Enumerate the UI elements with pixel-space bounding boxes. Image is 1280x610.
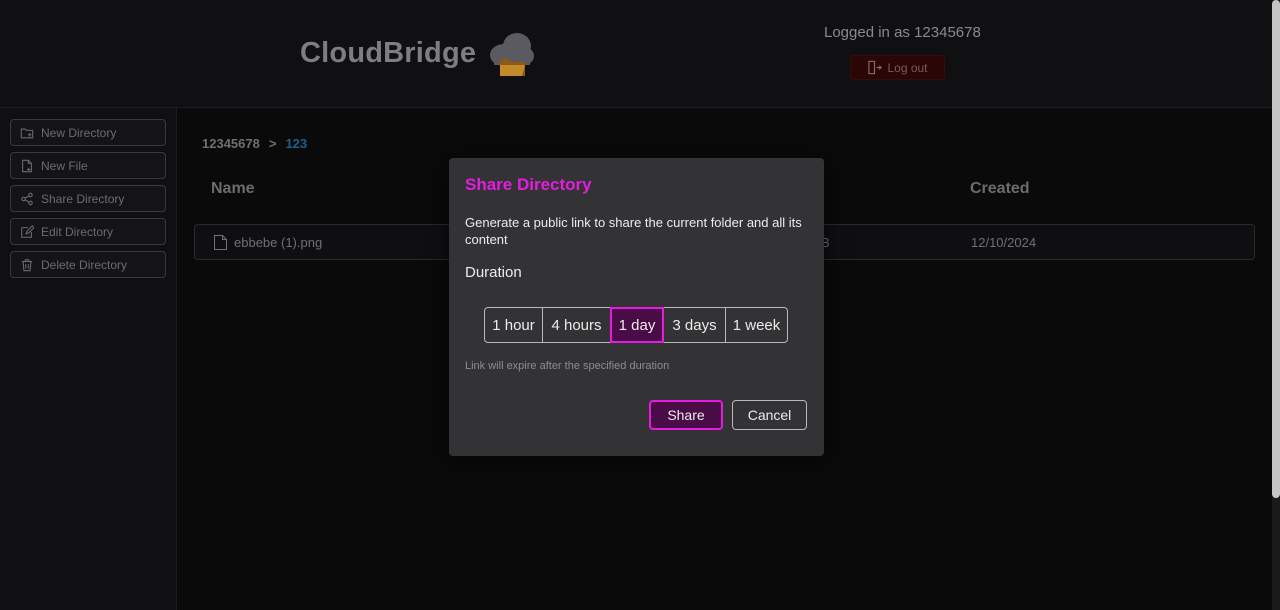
file-created: 12/10/2024 xyxy=(971,235,1037,250)
duration-option-3-days[interactable]: 3 days xyxy=(663,307,726,343)
sidebar-item-label: Delete Directory xyxy=(41,257,128,272)
column-header-created[interactable]: Created xyxy=(970,180,1030,198)
duration-option-1-day[interactable]: 1 day xyxy=(610,307,664,343)
share-button[interactable]: Share xyxy=(649,400,723,430)
folder-plus-icon xyxy=(20,128,34,138)
logout-icon xyxy=(868,60,883,75)
sidebar-item-label: Share Directory xyxy=(41,191,125,206)
sidebar: New Directory New File Share Directory E… xyxy=(0,108,177,610)
file-icon xyxy=(214,235,227,250)
cloud-folder-icon xyxy=(490,33,535,76)
sidebar-item-label: New File xyxy=(41,158,88,173)
sidebar-item-label: New Directory xyxy=(41,125,117,140)
modal-title: Share Directory xyxy=(465,175,592,194)
share-directory-button[interactable]: Share Directory xyxy=(10,185,166,212)
file-name: ebbebe (1).png xyxy=(234,235,323,250)
cancel-button[interactable]: Cancel xyxy=(732,400,807,430)
delete-directory-button[interactable]: Delete Directory xyxy=(10,251,166,278)
logout-button[interactable]: Log out xyxy=(850,55,945,80)
breadcrumb-separator: > xyxy=(268,136,277,151)
brand-name: CloudBridge xyxy=(300,36,477,69)
breadcrumb-current[interactable]: 123 xyxy=(285,136,307,151)
new-file-button[interactable]: New File xyxy=(10,152,166,179)
duration-option-4-hours[interactable]: 4 hours xyxy=(542,307,611,343)
sidebar-item-label: Edit Directory xyxy=(41,224,114,239)
share-directory-modal: Share Directory Generate a public link t… xyxy=(449,158,824,456)
edit-icon xyxy=(21,224,34,238)
logout-label: Log out xyxy=(887,60,928,75)
column-header-name[interactable]: Name xyxy=(211,180,255,198)
file-plus-icon xyxy=(22,159,32,172)
brand: CloudBridge xyxy=(300,28,536,78)
duration-selector: 1 hour 4 hours 1 day 3 days 1 week xyxy=(484,307,788,343)
trash-icon xyxy=(21,258,33,271)
share-icon xyxy=(21,192,33,205)
duration-option-1-hour[interactable]: 1 hour xyxy=(484,307,543,343)
new-directory-button[interactable]: New Directory xyxy=(10,119,166,146)
scrollbar-thumb[interactable] xyxy=(1272,0,1280,498)
modal-description: Generate a public link to share the curr… xyxy=(465,215,802,247)
app-header: CloudBridge Logged in as 12345678 Log ou… xyxy=(0,0,1272,108)
edit-directory-button[interactable]: Edit Directory xyxy=(10,218,166,245)
breadcrumb-root[interactable]: 12345678 xyxy=(202,136,260,151)
expiry-hint: Link will expire after the specified dur… xyxy=(465,360,670,372)
breadcrumb: 12345678 > 123 xyxy=(202,136,307,151)
duration-label: Duration xyxy=(465,264,522,281)
logged-in-user: Logged in as 12345678 xyxy=(824,24,981,41)
duration-option-1-week[interactable]: 1 week xyxy=(725,307,788,343)
